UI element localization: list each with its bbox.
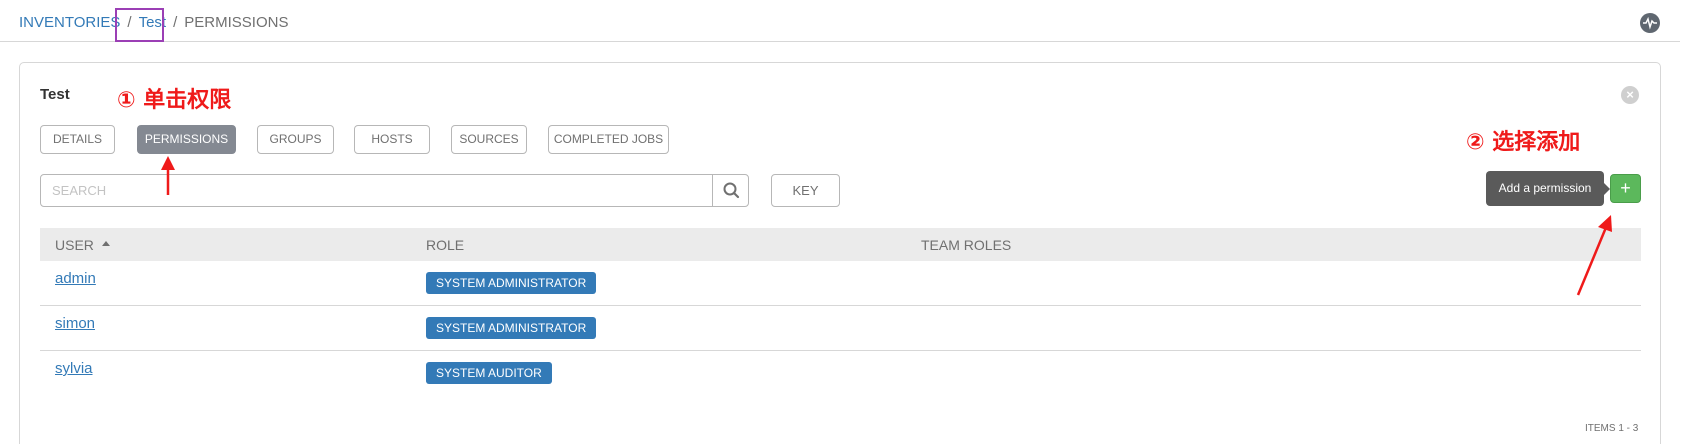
panel-title: Test <box>40 86 70 103</box>
user-link[interactable]: simon <box>55 315 95 332</box>
close-icon[interactable]: × <box>1621 86 1639 104</box>
annotation-step1: ① 单击权限 <box>117 88 232 113</box>
key-button[interactable]: KEY <box>771 174 840 207</box>
role-badge: SYSTEM ADMINISTRATOR <box>426 317 597 339</box>
tab-groups[interactable]: GROUPS <box>257 125 334 154</box>
search-button[interactable] <box>712 175 748 206</box>
breadcrumb-permissions: PERMISSIONS <box>184 14 289 31</box>
annotation-step2: ② 选择添加 <box>1466 130 1581 155</box>
table-header: USER ROLE TEAM ROLES <box>40 228 1641 261</box>
tab-details[interactable]: DETAILS <box>40 125 115 154</box>
table-row: sylvia SYSTEM AUDITOR <box>40 351 1641 396</box>
inventory-panel: Test × DETAILS PERMISSIONS GROUPS HOSTS … <box>19 62 1661 444</box>
user-link[interactable]: admin <box>55 270 96 287</box>
sort-asc-icon <box>101 241 110 246</box>
tab-sources[interactable]: SOURCES <box>451 125 527 154</box>
column-header-role: ROLE <box>426 237 465 253</box>
items-count: ITEMS 1 - 3 <box>1585 423 1639 434</box>
tab-completed-jobs[interactable]: COMPLETED JOBS <box>548 125 669 154</box>
column-header-team-roles: TEAM ROLES <box>921 237 1012 253</box>
search-icon <box>723 182 740 199</box>
pulse-icon[interactable] <box>1640 13 1660 33</box>
search-input[interactable] <box>41 175 710 206</box>
breadcrumb-separator: / <box>173 14 178 31</box>
search-box <box>40 174 749 207</box>
role-badge: SYSTEM AUDITOR <box>426 362 552 384</box>
permissions-table: USER ROLE TEAM ROLES admin SYSTEM ADMINI… <box>40 228 1641 396</box>
column-user-label: USER <box>55 237 94 253</box>
add-permission-tooltip: Add a permission <box>1486 171 1610 206</box>
role-badge: SYSTEM ADMINISTRATOR <box>426 272 597 294</box>
add-permission-button[interactable]: + <box>1610 174 1641 203</box>
tab-hosts[interactable]: HOSTS <box>354 125 430 154</box>
user-link[interactable]: sylvia <box>55 360 93 377</box>
breadcrumb-inventories[interactable]: INVENTORIES <box>19 14 120 31</box>
table-row: admin SYSTEM ADMINISTRATOR <box>40 261 1641 306</box>
table-row: simon SYSTEM ADMINISTRATOR <box>40 306 1641 351</box>
tab-permissions[interactable]: PERMISSIONS <box>137 125 236 154</box>
column-header-user[interactable]: USER <box>55 237 110 253</box>
highlight-box <box>115 8 164 42</box>
top-bar: INVENTORIES / Test / PERMISSIONS <box>0 2 1680 42</box>
